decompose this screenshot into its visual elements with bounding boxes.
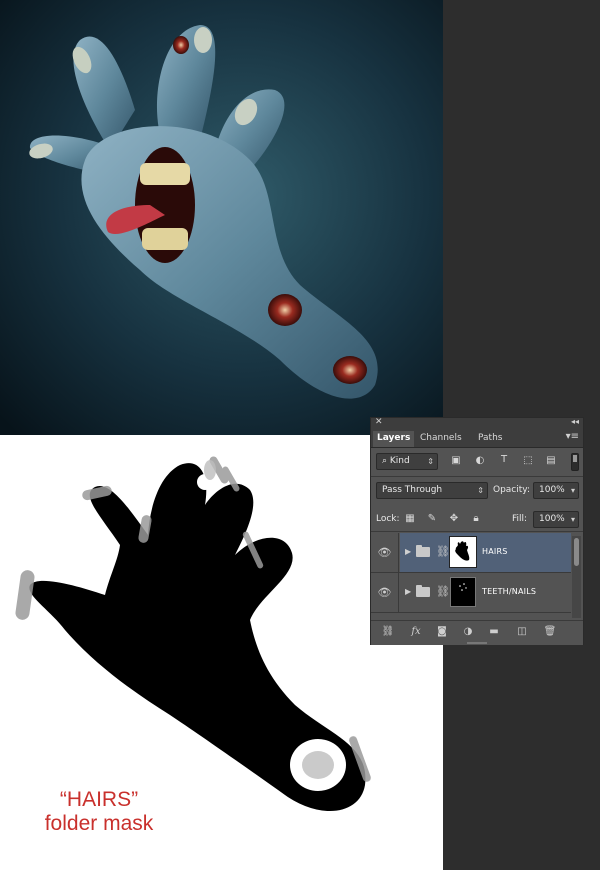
- lock-all-icon[interactable]: 🔒︎: [469, 513, 483, 524]
- blend-mode-select[interactable]: Pass Through ⇕: [376, 482, 488, 499]
- panel-bottom-bar: ⛓︎ fx ◙ ◑ ▬ ◫ 🗑︎: [371, 620, 583, 645]
- adjustment-layer-icon[interactable]: ◑: [461, 626, 475, 637]
- type-icon[interactable]: T: [497, 454, 511, 465]
- lock-transparent-icon[interactable]: ▦: [403, 513, 417, 524]
- new-layer-icon[interactable]: ◫: [515, 626, 529, 637]
- zombie-hand-image: [0, 0, 443, 435]
- fx-icon[interactable]: fx: [409, 626, 423, 637]
- trash-icon[interactable]: 🗑︎: [543, 626, 557, 637]
- folder-icon: [416, 585, 430, 597]
- collapse-icon[interactable]: ◂◂: [571, 417, 579, 426]
- layer-name[interactable]: HAIRS: [482, 547, 507, 556]
- add-mask-icon[interactable]: ◙: [435, 626, 449, 637]
- visibility-eye-icon[interactable]: 👁︎: [371, 573, 399, 612]
- filter-kind-select[interactable]: ⌕ Kind ⇕: [376, 453, 438, 470]
- smart-object-icon[interactable]: ▤: [544, 455, 558, 466]
- layer-list: 👁︎ ▶ ⛓︎ HAIRS 👁︎ ▶ ⛓︎ TEETH/NAILS: [371, 533, 571, 618]
- link-icon[interactable]: ⛓︎: [381, 626, 395, 637]
- search-icon: ⌕: [382, 456, 390, 466]
- tab-layers[interactable]: Layers: [373, 431, 415, 447]
- tab-paths[interactable]: Paths: [474, 431, 506, 447]
- divider: [371, 531, 583, 532]
- layer-name[interactable]: TEETH/NAILS: [482, 587, 536, 596]
- folder-icon: [416, 545, 430, 557]
- layer-list-scrollbar[interactable]: [572, 536, 581, 618]
- resize-grip[interactable]: [467, 642, 487, 644]
- fill-value: 100%: [539, 514, 565, 524]
- chevron-down-icon[interactable]: ▾: [571, 512, 575, 527]
- mask-thumbnail[interactable]: [450, 577, 476, 607]
- link-chain-icon[interactable]: ⛓︎: [436, 545, 450, 558]
- visibility-eye-icon[interactable]: 👁︎: [371, 533, 399, 572]
- caption-subtitle: folder mask: [44, 812, 154, 835]
- layers-panel: ✕ ◂◂ Layers Channels Paths ▾≡ ⌕ Kind ⇕ ▣…: [370, 417, 584, 645]
- opacity-value: 100%: [539, 485, 565, 495]
- lock-brush-icon[interactable]: ✎: [425, 513, 439, 524]
- updown-icon: ⇕: [427, 457, 434, 466]
- layer-row-teeth-nails[interactable]: 👁︎ ▶ ⛓︎ TEETH/NAILS: [371, 573, 571, 613]
- new-group-icon[interactable]: ▬: [487, 626, 501, 637]
- layer-row-hairs[interactable]: 👁︎ ▶ ⛓︎ HAIRS: [371, 533, 571, 573]
- disclosure-triangle-icon[interactable]: ▶: [405, 547, 411, 556]
- mask-caption: “HAIRS” folder mask: [24, 788, 174, 836]
- updown-icon: ⇕: [477, 486, 484, 495]
- panel-menu-icon[interactable]: ▾≡: [566, 431, 579, 442]
- tab-channels[interactable]: Channels: [416, 431, 466, 447]
- disclosure-triangle-icon[interactable]: ▶: [405, 587, 411, 596]
- mask-thumbnail[interactable]: [449, 536, 477, 568]
- image-icon[interactable]: ▣: [449, 455, 463, 466]
- fill-label: Fill:: [512, 514, 528, 524]
- layer-body[interactable]: ▶ ⛓︎ HAIRS: [400, 533, 571, 572]
- zombie-hand-artwork: [0, 0, 443, 435]
- filter-kind-label: Kind: [389, 456, 410, 466]
- blend-mode-value: Pass Through: [382, 485, 443, 495]
- layer-body[interactable]: ▶ ⛓︎ TEETH/NAILS: [400, 573, 571, 612]
- adjustment-icon[interactable]: ◐: [473, 455, 487, 466]
- link-chain-icon[interactable]: ⛓︎: [436, 585, 450, 598]
- panel-tabs: Layers Channels Paths ▾≡: [371, 429, 583, 448]
- lock-position-icon[interactable]: ✥: [447, 513, 461, 524]
- hand-mask-thumb-icon: [455, 541, 470, 561]
- lock-label: Lock:: [376, 514, 400, 524]
- chevron-down-icon[interactable]: ▾: [571, 483, 575, 498]
- mask-dots-icon: [459, 583, 467, 591]
- opacity-input[interactable]: 100% ▾: [533, 482, 579, 499]
- panel-titlebar: ✕ ◂◂: [371, 417, 583, 429]
- shape-icon[interactable]: ⬚: [521, 455, 535, 466]
- fill-input[interactable]: 100% ▾: [533, 511, 579, 528]
- filter-toggle[interactable]: [571, 453, 579, 471]
- close-icon[interactable]: ✕: [375, 417, 383, 427]
- divider: [371, 476, 583, 477]
- opacity-label: Opacity:: [493, 485, 530, 495]
- caption-title: “HAIRS”: [59, 788, 139, 811]
